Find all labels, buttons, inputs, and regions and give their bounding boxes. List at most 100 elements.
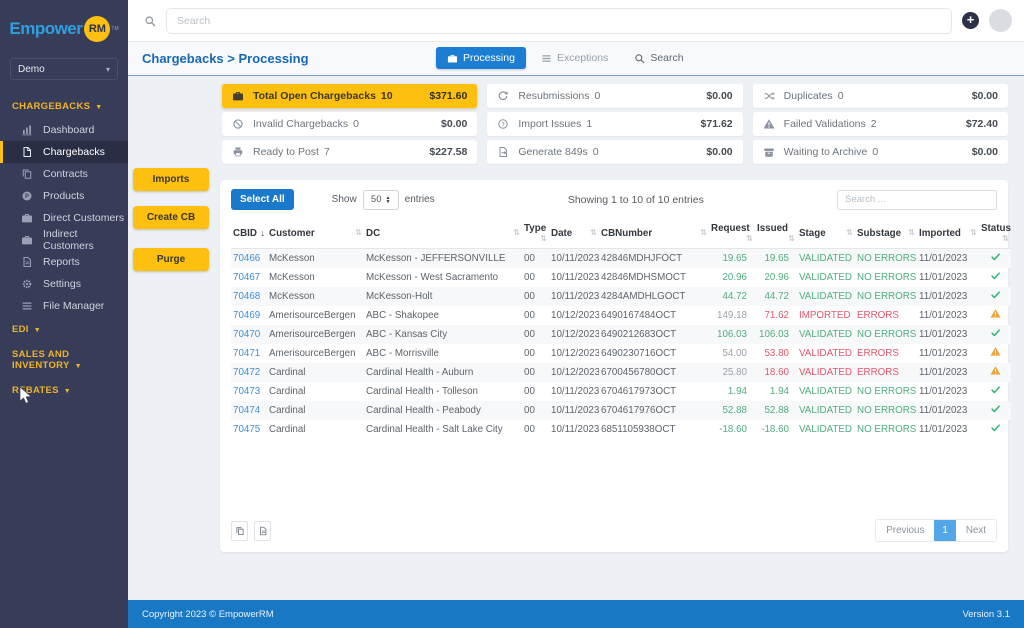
card-duplicates[interactable]: Duplicates0$0.00 xyxy=(753,84,1008,108)
table-header-row: CBID ↓Customer⇅DC⇅Type⇅Date⇅CBNumber⇅Requ… xyxy=(231,219,1011,249)
column-header-type[interactable]: Type⇅ xyxy=(522,219,549,249)
column-label: CBID xyxy=(233,228,257,239)
org-select-dropdown[interactable]: Demo ▾ xyxy=(10,58,118,80)
card-amount: $72.40 xyxy=(966,118,998,130)
sidebar-item-settings[interactable]: Settings xyxy=(0,273,128,295)
redo-icon xyxy=(497,90,509,102)
column-header-substage[interactable]: Substage⇅ xyxy=(855,219,917,249)
purge-button[interactable]: Purge xyxy=(133,248,209,271)
table-search-input[interactable] xyxy=(837,190,997,210)
add-button[interactable]: + xyxy=(962,12,979,29)
cell-customer: McKesson xyxy=(267,287,364,306)
table-row[interactable]: 70475CardinalCardinal Health - Salt Lake… xyxy=(231,420,1011,439)
cell-substage: NO ERRORS xyxy=(855,268,917,287)
card-total-open-chargebacks[interactable]: Total Open Chargebacks10$371.60 xyxy=(222,84,477,108)
card-invalid-chargebacks[interactable]: Invalid Chargebacks0$0.00 xyxy=(222,112,477,136)
table-row[interactable]: 70474CardinalCardinal Health - Peabody00… xyxy=(231,401,1011,420)
export-copy-button[interactable] xyxy=(231,521,248,541)
table-row[interactable]: 70466McKessonMcKesson - JEFFERSONVILLE00… xyxy=(231,249,1011,268)
sort-icon: ↓ xyxy=(261,228,266,238)
sidebar-item-contracts[interactable]: Contracts xyxy=(0,163,128,185)
sidebar-section-chargebacks[interactable]: CHARGEBACKS▼ xyxy=(0,94,128,119)
page-size-select[interactable]: 50 ▲▼ xyxy=(363,190,399,210)
cell-substage: ERRORS xyxy=(855,306,917,325)
sidebar-item-file-manager[interactable]: File Manager xyxy=(0,295,128,317)
card-generate-849s[interactable]: Generate 849s0$0.00 xyxy=(487,140,742,164)
card-amount: $0.00 xyxy=(972,146,998,158)
column-header-cbid[interactable]: CBID ↓ xyxy=(231,219,267,249)
cell-status xyxy=(979,306,1011,325)
table-row[interactable]: 70467McKessonMcKesson - West Sacramento0… xyxy=(231,268,1011,287)
column-header-request[interactable]: Request⇅ xyxy=(709,219,755,249)
select-all-button[interactable]: Select All xyxy=(231,189,294,210)
cbid-link[interactable]: 70473 xyxy=(233,386,260,397)
cell-cbid: 70474 xyxy=(231,401,267,420)
cbid-link[interactable]: 70475 xyxy=(233,424,260,435)
sort-icon: ⇅ xyxy=(846,228,853,237)
column-header-date[interactable]: Date⇅ xyxy=(549,219,599,249)
column-label: Status xyxy=(981,223,1011,234)
card-ready-to-post[interactable]: Ready to Post7$227.58 xyxy=(222,140,477,164)
cbid-link[interactable]: 70469 xyxy=(233,310,260,321)
table-row[interactable]: 70468McKessonMcKesson-Holt0010/11/202342… xyxy=(231,287,1011,306)
column-header-imported[interactable]: Imported⇅ xyxy=(917,219,979,249)
pagination-page-1[interactable]: 1 xyxy=(934,520,955,541)
cell-customer: Cardinal xyxy=(267,382,364,401)
cell-dc: McKesson-Holt xyxy=(364,287,522,306)
cbid-link[interactable]: 70466 xyxy=(233,253,260,264)
sidebar-section-sales-and-inventory[interactable]: SALES AND INVENTORY▼ xyxy=(0,342,128,378)
card-count: 0 xyxy=(838,90,844,102)
pagination-previous[interactable]: Previous xyxy=(876,520,934,541)
sidebar-item-reports[interactable]: Reports xyxy=(0,251,128,273)
sidebar-item-indirect-customers[interactable]: Indirect Customers xyxy=(0,229,128,251)
table-row[interactable]: 70469AmerisourceBergenABC - Shakopee0010… xyxy=(231,306,1011,325)
sidebar-item-products[interactable]: Products xyxy=(0,185,128,207)
sidebar-item-chargebacks[interactable]: Chargebacks xyxy=(0,141,128,163)
card-resubmissions[interactable]: Resubmissions0$0.00 xyxy=(487,84,742,108)
cbid-link[interactable]: 70468 xyxy=(233,291,260,302)
sidebar-section-edi[interactable]: EDI▼ xyxy=(0,317,128,342)
column-header-customer[interactable]: Customer⇅ xyxy=(267,219,364,249)
tab-search[interactable]: Search xyxy=(623,47,694,69)
cell-cbnumber: 6490167484OCT xyxy=(599,306,709,325)
sidebar-item-label: Indirect Customers xyxy=(43,228,128,252)
cbid-link[interactable]: 70471 xyxy=(233,348,260,359)
pagination: Previous 1 Next xyxy=(875,519,997,542)
cbid-link[interactable]: 70472 xyxy=(233,367,260,378)
app-window: Empower RM TM Demo ▾ CHARGEBACKS▼ Dashbo… xyxy=(0,0,1024,628)
tab-processing[interactable]: Processing xyxy=(436,47,526,69)
export-file-button[interactable] xyxy=(254,521,271,541)
global-search-input[interactable] xyxy=(177,15,941,27)
create-cb-button[interactable]: Create CB xyxy=(133,206,209,229)
table-row[interactable]: 70472CardinalCardinal Health - Auburn001… xyxy=(231,363,1011,382)
caret-down-icon: ▼ xyxy=(75,363,82,370)
tab-exceptions[interactable]: Exceptions xyxy=(530,47,619,69)
cell-issued: 20.96 xyxy=(755,268,797,287)
sidebar-item-dashboard[interactable]: Dashboard xyxy=(0,119,128,141)
table-row[interactable]: 70473CardinalCardinal Health - Tolleson0… xyxy=(231,382,1011,401)
cell-cbid: 70475 xyxy=(231,420,267,439)
card-failed-validations[interactable]: Failed Validations2$72.40 xyxy=(753,112,1008,136)
pagination-next[interactable]: Next xyxy=(956,520,996,541)
table-row[interactable]: 70471AmerisourceBergenABC - Morrisville0… xyxy=(231,344,1011,363)
column-header-cbnumber[interactable]: CBNumber⇅ xyxy=(599,219,709,249)
column-header-issued[interactable]: Issued⇅ xyxy=(755,219,797,249)
card-waiting-to-archive[interactable]: Waiting to Archive0$0.00 xyxy=(753,140,1008,164)
card-label: Generate 849s xyxy=(518,146,587,158)
sidebar-item-direct-customers[interactable]: Direct Customers xyxy=(0,207,128,229)
column-header-dc[interactable]: DC⇅ xyxy=(364,219,522,249)
cbid-link[interactable]: 70470 xyxy=(233,329,260,340)
user-avatar[interactable] xyxy=(989,9,1012,32)
cbid-link[interactable]: 70474 xyxy=(233,405,260,416)
sidebar-item-label: File Manager xyxy=(43,300,104,312)
cell-cbnumber: 42846MDHSMOCT xyxy=(599,268,709,287)
column-header-stage[interactable]: Stage⇅ xyxy=(797,219,855,249)
table-row[interactable]: 70470AmerisourceBergenABC - Kansas City0… xyxy=(231,325,1011,344)
cell-customer: McKesson xyxy=(267,249,364,268)
search-icon xyxy=(634,53,645,64)
card-import-issues[interactable]: Import Issues1$71.62 xyxy=(487,112,742,136)
sidebar-section-label: EDI xyxy=(12,324,29,335)
column-header-status[interactable]: Status⇅ xyxy=(979,219,1011,249)
cbid-link[interactable]: 70467 xyxy=(233,272,260,283)
imports-button[interactable]: Imports xyxy=(133,168,209,191)
